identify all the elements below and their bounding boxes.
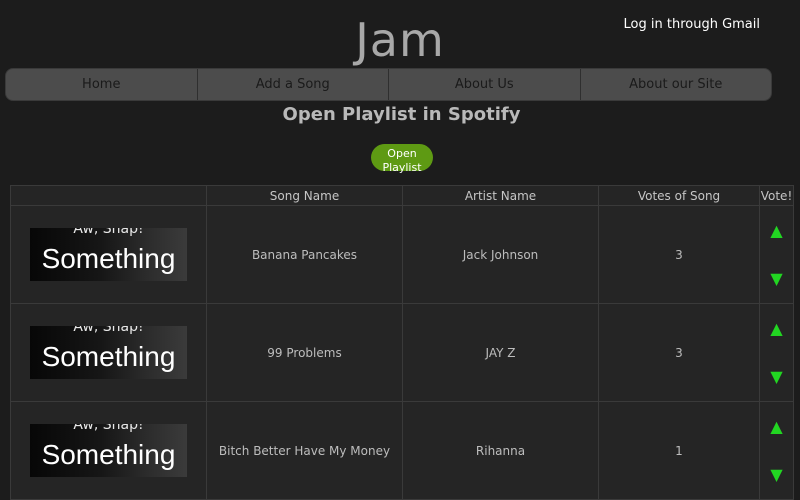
nav-bar: Home Add a Song About Us About our Site (5, 68, 772, 101)
thumbnail-caption: Something (41, 340, 176, 372)
col-thumbnail (10, 185, 207, 206)
downvote-icon[interactable]: ▼ (760, 367, 793, 386)
nav-home[interactable]: Home (6, 69, 198, 100)
downvote-icon[interactable]: ▼ (760, 465, 793, 484)
vote-cell: ▲ ▼ (759, 303, 794, 402)
upvote-icon[interactable]: ▲ (760, 221, 793, 240)
nav-about-us[interactable]: About Us (389, 69, 581, 100)
song-name-cell: Banana Pancakes (206, 205, 403, 304)
artist-name-cell: Rihanna (402, 401, 599, 500)
col-artist-name: Artist Name (402, 185, 599, 206)
col-song-name: Song Name (206, 185, 403, 206)
thumbnail-caption: Something (41, 242, 176, 274)
login-gmail-link[interactable]: Log in through Gmail (624, 17, 760, 32)
playlist-heading: Open Playlist in Spotify (282, 104, 521, 125)
votes-cell: 3 (598, 303, 760, 402)
thumbnail-error-text: Aw, Snap! (73, 326, 144, 335)
thumbnail-cell: Aw, Snap! Something (10, 205, 207, 304)
page: Jam Log in through Gmail Home Add a Song… (0, 0, 800, 500)
downvote-icon[interactable]: ▼ (760, 269, 793, 288)
upvote-icon[interactable]: ▲ (760, 319, 793, 338)
artist-name-cell: JAY Z (402, 303, 599, 402)
song-name-cell: 99 Problems (206, 303, 403, 402)
artist-name-cell: Jack Johnson (402, 205, 599, 304)
thumbnail-error-text: Aw, Snap! (73, 424, 144, 433)
table-row: Aw, Snap! Something Banana Pancakes Jack… (10, 205, 794, 304)
nav-add-song[interactable]: Add a Song (198, 69, 389, 100)
nav-about-site[interactable]: About our Site (581, 69, 772, 100)
vote-cell: ▲ ▼ (759, 401, 794, 500)
thumbnail-caption: Something (41, 438, 176, 470)
table-row: Aw, Snap! Something 99 Problems JAY Z 3 … (10, 303, 794, 402)
vote-cell: ▲ ▼ (759, 205, 794, 304)
thumbnail-cell: Aw, Snap! Something (10, 303, 207, 402)
upvote-icon[interactable]: ▲ (760, 417, 793, 436)
thumbnail-cell: Aw, Snap! Something (10, 401, 207, 500)
table-row: Aw, Snap! Something Bitch Better Have My… (10, 401, 794, 500)
votes-cell: 1 (598, 401, 760, 500)
album-thumbnail: Aw, Snap! Something (30, 326, 187, 379)
col-vote: Vote! (759, 185, 794, 206)
song-name-cell: Bitch Better Have My Money (206, 401, 403, 500)
col-votes: Votes of Song (598, 185, 760, 206)
songs-table: Song Name Artist Name Votes of Song Vote… (10, 185, 794, 500)
open-playlist-button[interactable]: Open Playlist (371, 144, 433, 174)
thumbnail-error-text: Aw, Snap! (73, 228, 144, 237)
table-header-row: Song Name Artist Name Votes of Song Vote… (10, 185, 794, 206)
album-thumbnail: Aw, Snap! Something (30, 424, 187, 477)
votes-cell: 3 (598, 205, 760, 304)
album-thumbnail: Aw, Snap! Something (30, 228, 187, 281)
